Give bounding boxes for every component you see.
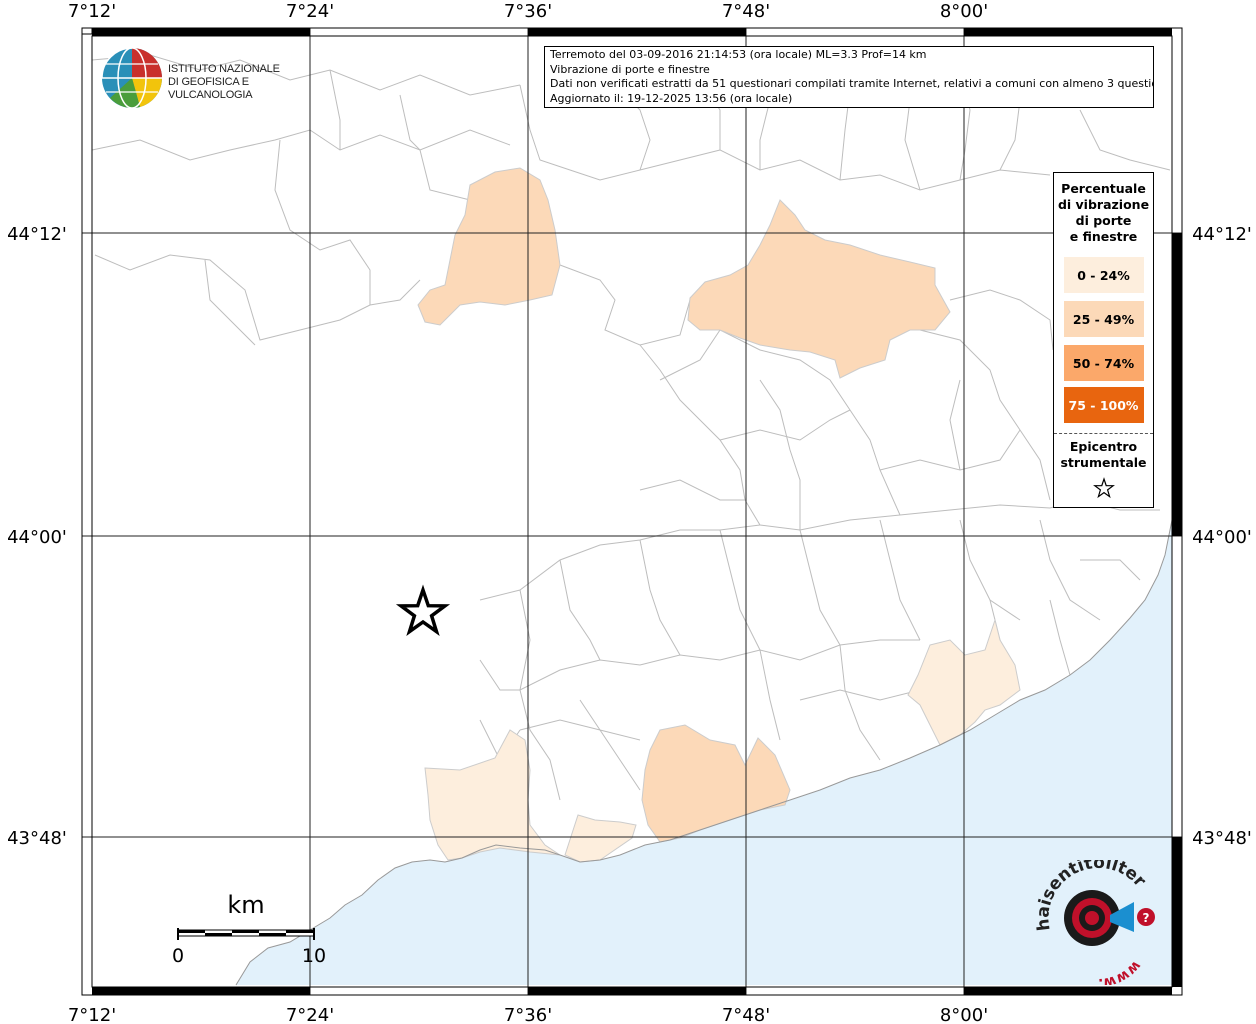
lon-label-bottom: 7°36' bbox=[504, 1005, 552, 1024]
legend-title-line: Percentuale bbox=[1061, 181, 1146, 196]
info-line-event: Terremoto del 03-09-2016 21:14:53 (ora l… bbox=[550, 48, 927, 61]
hsit-target-icon: haisentitoilterremoto.it www. ? bbox=[1021, 845, 1155, 991]
lon-label-top: 7°12' bbox=[68, 1, 116, 22]
legend-separator bbox=[1054, 433, 1153, 434]
ingv-logo: ISTITUTO NAZIONALE DI GEOFISICA E VULCAN… bbox=[100, 46, 320, 110]
lon-label-bottom: 7°12' bbox=[68, 1005, 116, 1024]
latitude-labels-right: 44°12' 44°00' 43°48' bbox=[1192, 224, 1252, 849]
legend-item-0-24: 0 - 24% bbox=[1063, 257, 1144, 293]
municipality-class2 bbox=[417, 167, 561, 326]
legend: Percentuale di vibrazione di porte e fin… bbox=[1053, 172, 1154, 508]
latitude-labels-left: 44°12' 44°00' 43°48' bbox=[7, 224, 67, 849]
lon-label-bottom: 7°48' bbox=[722, 1005, 770, 1024]
svg-text:www.: www. bbox=[1098, 958, 1144, 985]
ingv-name-line1: ISTITUTO NAZIONALE bbox=[168, 63, 280, 75]
lon-label-top: 8°00' bbox=[940, 1, 988, 22]
epicenter-star-icon bbox=[395, 584, 451, 637]
legend-title-line: di porte bbox=[1075, 213, 1132, 228]
legend-star-icon bbox=[1092, 477, 1115, 499]
lon-label-top: 7°48' bbox=[722, 1, 770, 22]
lat-label-left: 44°12' bbox=[7, 224, 67, 245]
longitude-labels-top: 7°12' 7°24' 7°36' 7°48' 8°00' bbox=[68, 1, 988, 22]
legend-item-50-74: 50 - 74% bbox=[1063, 345, 1144, 381]
scale-unit: km bbox=[227, 891, 264, 919]
legend-epicenter-label: Epicentro strumentale bbox=[1060, 439, 1147, 470]
lat-label-right: 44°12' bbox=[1192, 224, 1252, 245]
municipality-class2 bbox=[687, 199, 951, 379]
lon-label-bottom: 8°00' bbox=[940, 1005, 988, 1024]
lon-label-top: 7°24' bbox=[286, 1, 334, 22]
info-line-updated: Aggiornato il: 19-12-2025 13:56 (ora loc… bbox=[550, 91, 793, 105]
scale-min: 0 bbox=[172, 945, 184, 967]
municipality-class1 bbox=[424, 729, 561, 861]
longitude-labels-bottom: 7°12' 7°24' 7°36' 7°48' 8°00' bbox=[68, 1005, 988, 1024]
info-line-parameter: Vibrazione di porte e finestre bbox=[550, 62, 710, 76]
legend-title-line: di vibrazione bbox=[1057, 197, 1150, 212]
legend-title: Percentuale di vibrazione di porte e fin… bbox=[1054, 181, 1153, 245]
lon-label-top: 7°36' bbox=[504, 1, 552, 22]
legend-item-25-49: 25 - 49% bbox=[1063, 301, 1144, 337]
lat-label-left: 44°00' bbox=[7, 527, 67, 548]
legend-item-75-100: 75 - 100% bbox=[1063, 387, 1144, 423]
hsit-logo: haisentitoilterremoto.it www. ? bbox=[1021, 845, 1170, 991]
scale-max: 10 bbox=[302, 945, 326, 967]
ingv-globe-icon bbox=[101, 47, 163, 109]
info-line-data-note: Dati non verificati estratti da 51 quest… bbox=[550, 77, 1154, 91]
legend-title-line: e finestre bbox=[1069, 229, 1138, 244]
earthquake-info-box: Terremoto del 03-09-2016 21:14:53 (ora l… bbox=[544, 46, 1154, 108]
hsit-www: www. bbox=[1098, 958, 1144, 991]
lat-label-left: 43°48' bbox=[7, 828, 67, 849]
ingv-name-line2: DI GEOFISICA E VULCANOLOGIA bbox=[168, 76, 253, 101]
svg-text:?: ? bbox=[1143, 911, 1150, 925]
lat-label-right: 43°48' bbox=[1192, 828, 1252, 849]
lon-label-bottom: 7°24' bbox=[286, 1005, 334, 1024]
scale-bar: km 0 10 bbox=[172, 891, 326, 967]
lat-label-right: 44°00' bbox=[1192, 527, 1252, 548]
